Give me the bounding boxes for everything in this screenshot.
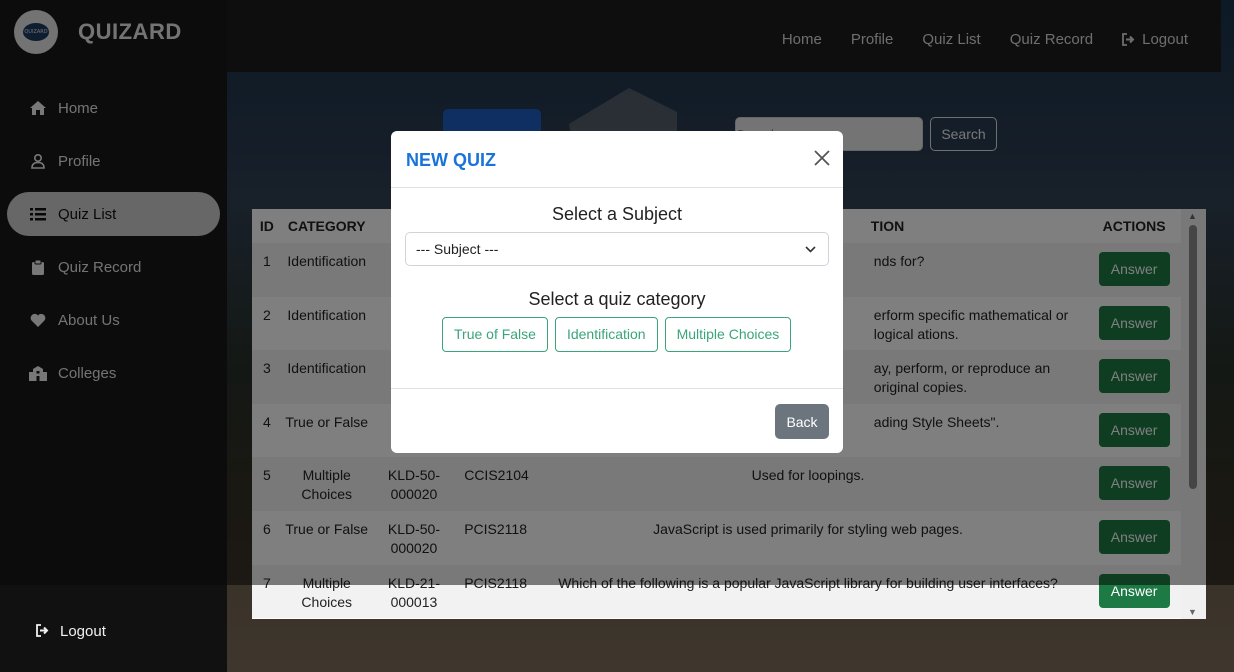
modal-footer: Back — [391, 388, 843, 453]
category-true-false-button[interactable]: True of False — [442, 317, 548, 352]
sidebar-logout-button[interactable]: Logout — [36, 623, 106, 640]
scroll-down-icon[interactable]: ▼ — [1188, 607, 1197, 617]
modal-header: NEW QUIZ — [391, 131, 843, 188]
category-multiple-choices-button[interactable]: Multiple Choices — [664, 317, 792, 352]
category-buttons: True of False Identification Multiple Ch… — [442, 317, 792, 352]
sidebar-footer: Logout — [0, 585, 227, 672]
subject-select[interactable]: --- Subject --- — [405, 232, 829, 266]
new-quiz-modal: NEW QUIZ Select a Subject --- Subject --… — [391, 131, 843, 453]
chevron-down-icon — [805, 233, 816, 266]
sidebar-logout-label: Logout — [60, 623, 106, 640]
category-identification-button[interactable]: Identification — [554, 317, 658, 352]
modal-title: NEW QUIZ — [406, 150, 496, 170]
back-button[interactable]: Back — [775, 404, 829, 439]
logout-icon — [36, 623, 50, 640]
subject-select-value: --- Subject --- — [416, 241, 499, 257]
subject-heading: Select a Subject — [551, 204, 683, 224]
close-icon[interactable] — [813, 144, 831, 172]
category-heading: Select a quiz category — [528, 289, 706, 309]
